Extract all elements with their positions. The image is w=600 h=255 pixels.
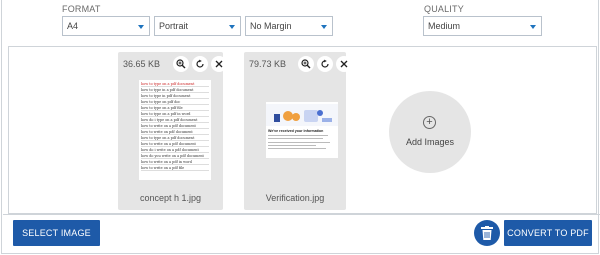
margin-value: No Margin	[250, 21, 292, 31]
quality-select[interactable]: Medium	[423, 16, 542, 36]
chevron-down-icon	[530, 25, 536, 29]
verification-heading: We've received your information	[268, 129, 324, 133]
zoom-in-icon[interactable]	[298, 56, 314, 72]
format-label: FORMAT	[62, 4, 101, 14]
action-bar: SELECT IMAGE CONVERT TO PDF	[3, 214, 600, 254]
image-thumbnail[interactable]: We've received your information	[266, 102, 338, 158]
delete-all-button[interactable]	[474, 220, 500, 246]
image-card: 79.73 KB We've received your information…	[244, 52, 352, 210]
rotate-icon[interactable]	[317, 56, 333, 72]
orientation-select[interactable]: Portrait	[154, 16, 241, 36]
zoom-in-icon[interactable]	[173, 56, 189, 72]
chevron-down-icon	[321, 25, 327, 29]
select-image-button[interactable]: SELECT IMAGE	[13, 220, 100, 246]
image-workarea: 36.65 KB how to type on a pdf document h…	[8, 46, 597, 214]
orientation-value: Portrait	[159, 21, 189, 31]
chevron-down-icon	[229, 25, 235, 29]
file-name: concept h 1.jpg	[139, 193, 202, 203]
file-size: 79.73 KB	[249, 59, 287, 69]
file-size: 36.65 KB	[123, 59, 161, 69]
close-icon[interactable]	[211, 56, 227, 72]
rotate-icon[interactable]	[192, 56, 208, 72]
close-icon[interactable]	[336, 56, 352, 72]
plus-icon: +	[423, 116, 436, 129]
converter-panel: FORMAT QUALITY A4 Portrait No Margin Med…	[1, 0, 600, 254]
page-size-select[interactable]: A4	[62, 16, 150, 36]
page-size-value: A4	[67, 21, 79, 31]
margin-select[interactable]: No Margin	[245, 16, 333, 36]
convert-to-pdf-button[interactable]: CONVERT TO PDF	[504, 220, 592, 246]
quality-value: Medium	[428, 21, 461, 31]
chevron-down-icon	[138, 25, 144, 29]
trash-icon	[481, 226, 493, 240]
add-images-button[interactable]: + Add Images	[389, 91, 471, 173]
file-name: Verification.jpg	[265, 193, 325, 203]
illustration-icon	[266, 104, 338, 126]
quality-label: QUALITY	[424, 4, 464, 14]
add-images-label: Add Images	[405, 137, 455, 147]
image-thumbnail[interactable]: how to type on a pdf document how to typ…	[139, 80, 211, 180]
image-card: 36.65 KB how to type on a pdf document h…	[118, 52, 227, 210]
